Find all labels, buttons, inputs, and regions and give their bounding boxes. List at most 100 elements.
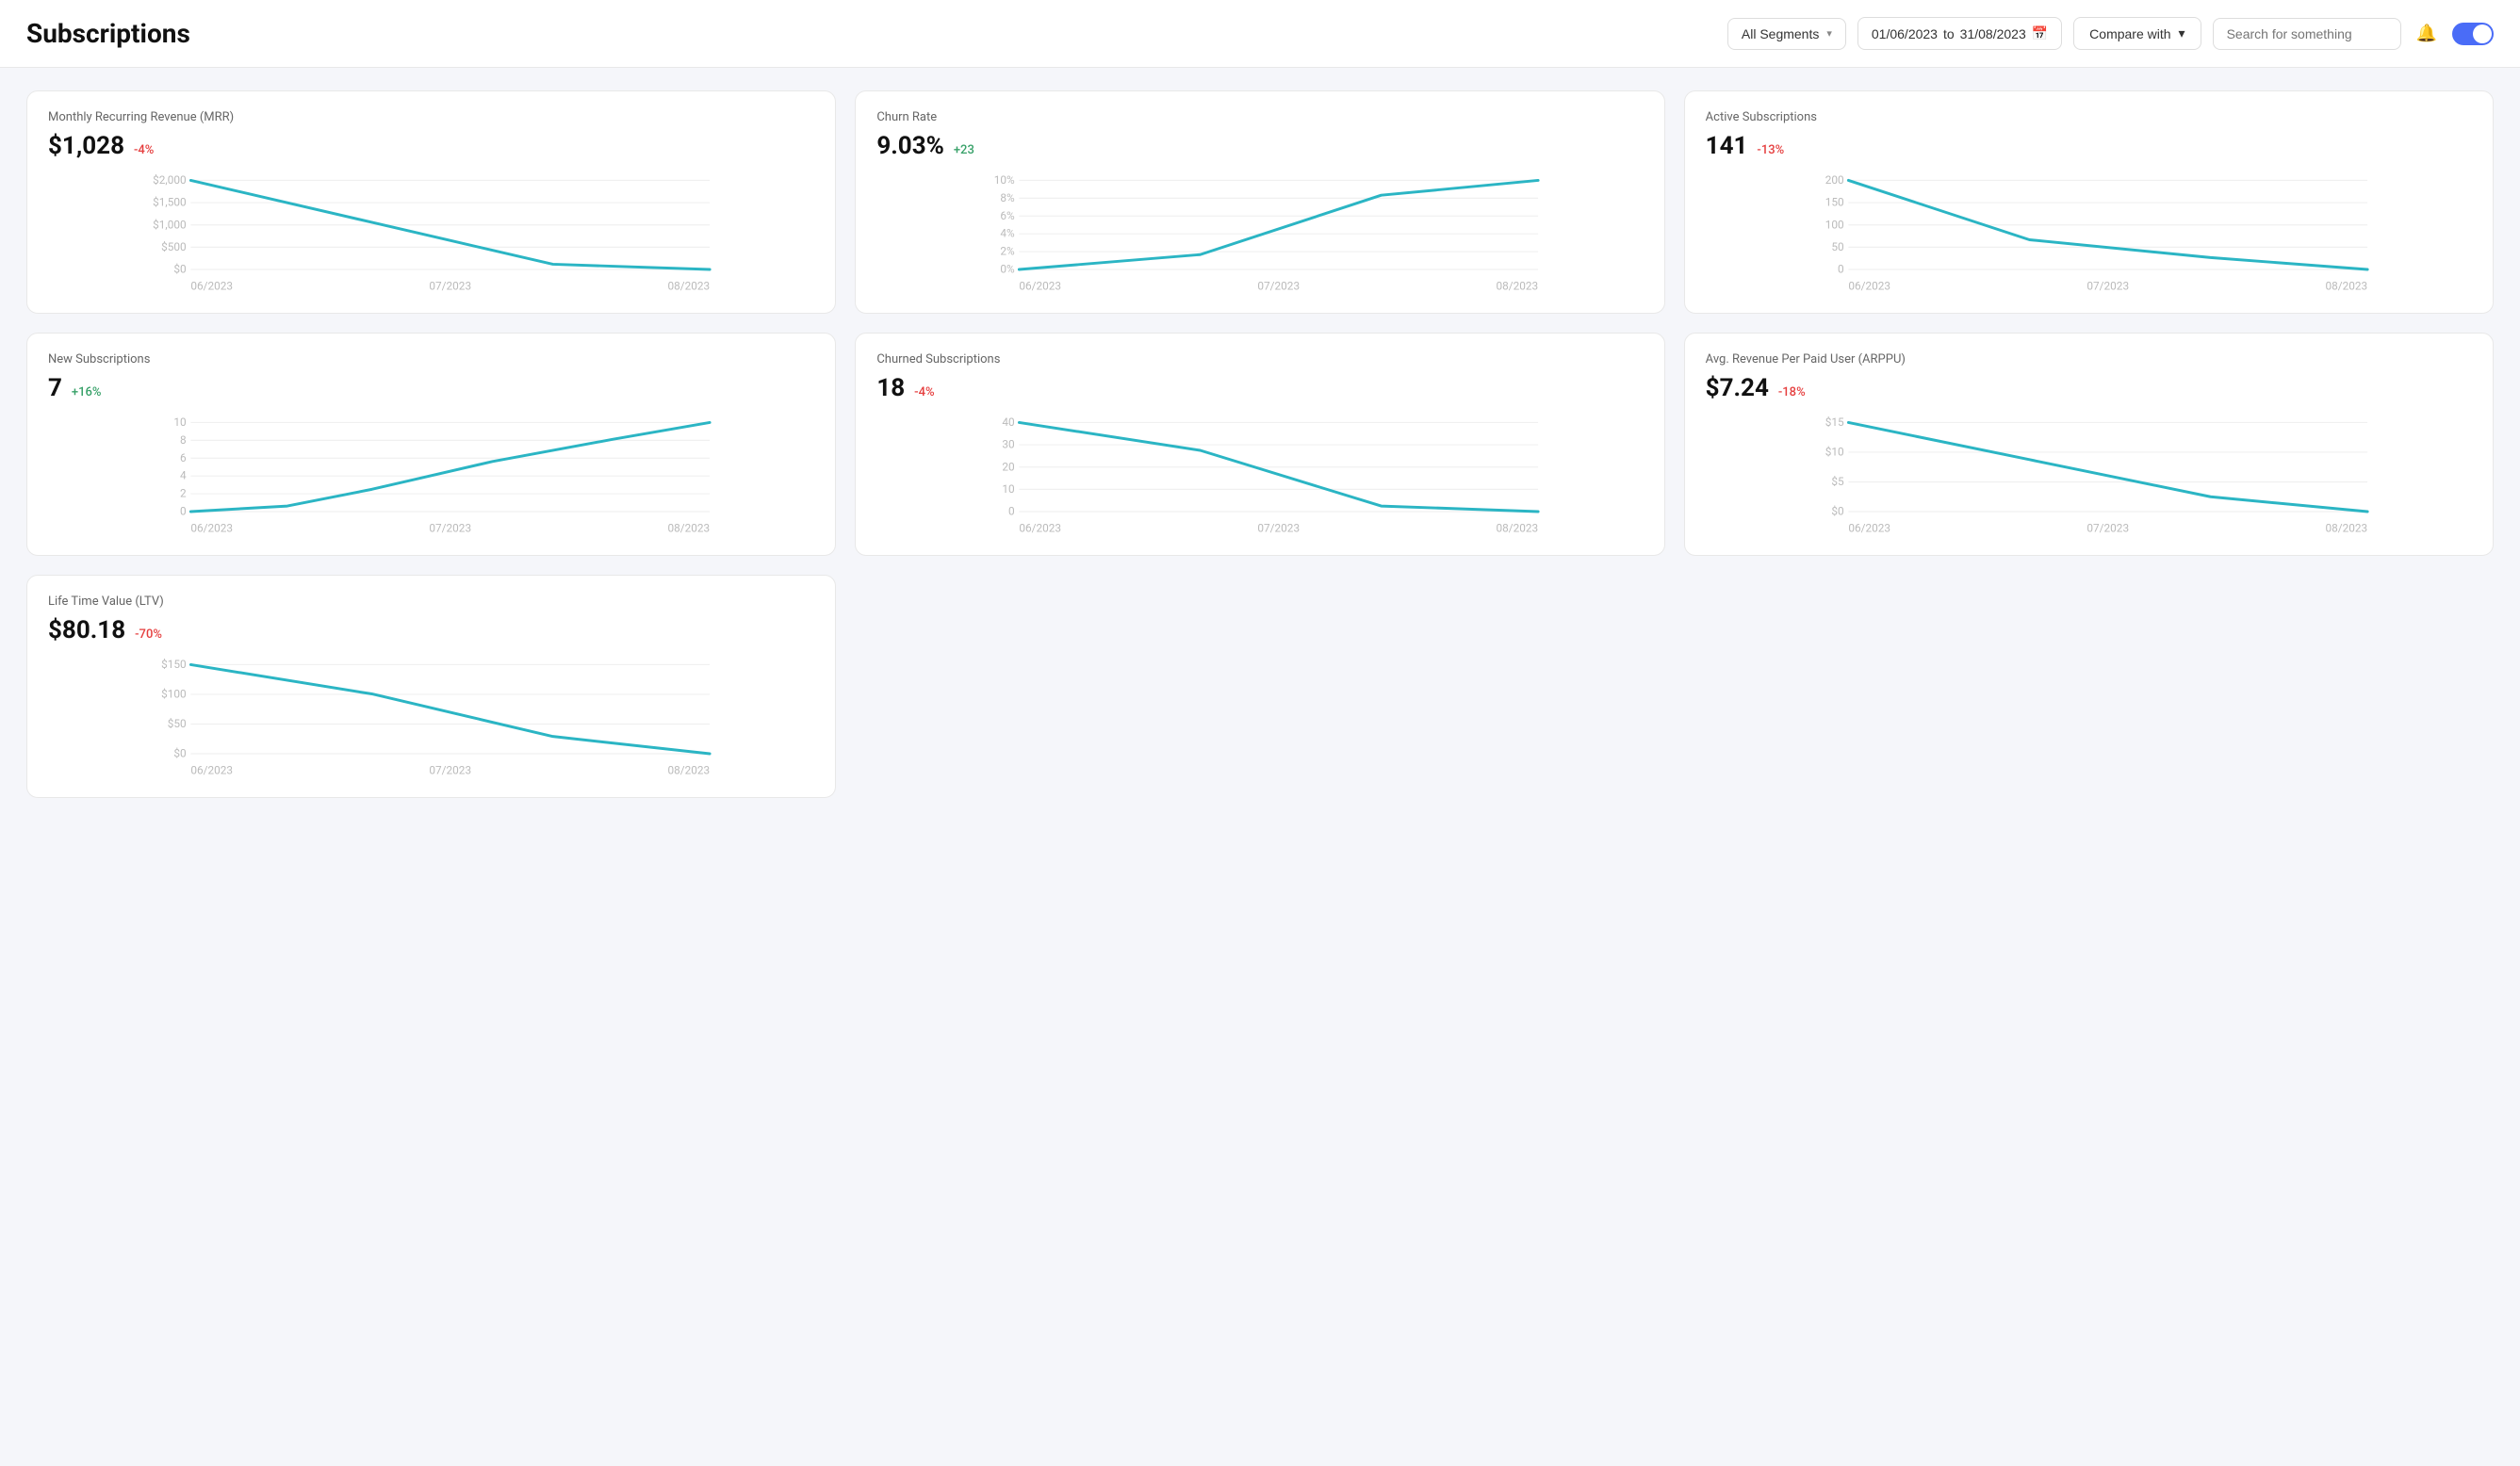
svg-text:0%: 0% — [1001, 263, 1016, 276]
svg-text:08/2023: 08/2023 — [2325, 279, 2367, 292]
svg-text:10: 10 — [173, 415, 186, 429]
date-to: 31/08/2023 — [1960, 26, 2026, 41]
card-mrr: Monthly Recurring Revenue (MRR) $1,028 -… — [26, 90, 836, 314]
svg-text:$10: $10 — [1825, 446, 1843, 459]
card-badge-active_subs: -13% — [1757, 143, 1784, 157]
card-title-churn: Churn Rate — [876, 110, 1643, 124]
chart-area-new_subs: 1086420 06/202307/202308/2023 — [48, 414, 814, 536]
svg-text:08/2023: 08/2023 — [667, 521, 710, 534]
svg-text:$0: $0 — [173, 263, 186, 276]
svg-text:8%: 8% — [1001, 191, 1016, 204]
card-badge-arppu: -18% — [1778, 385, 1806, 399]
chart-area-ltv: $150$100$50$0 06/202307/202308/2023 — [48, 656, 814, 778]
card-badge-new_subs: +16% — [72, 385, 102, 399]
card-value-row-active_subs: 141 -13% — [1706, 132, 2472, 160]
bottom-cards-grid: Life Time Value (LTV) $80.18 -70% $150 $1… — [26, 575, 2494, 798]
chart-svg: $2,000$1,500$1,000$500$0 06/202307/20230… — [48, 171, 814, 294]
card-value-active_subs: 141 — [1706, 132, 1748, 160]
chart-area-churn: 10%8%6%4%2%0% 06/202307/202308/2023 — [876, 171, 1643, 294]
svg-text:06/2023: 06/2023 — [190, 279, 233, 292]
svg-text:08/2023: 08/2023 — [1497, 279, 1539, 292]
svg-text:$5: $5 — [1831, 475, 1844, 488]
svg-text:0: 0 — [1838, 263, 1844, 276]
card-new_subs: New Subscriptions 7 +16% 1086420 06/2023… — [26, 333, 836, 556]
card-arppu: Avg. Revenue Per Paid User (ARPPU) $7.24… — [1684, 333, 2494, 556]
svg-text:$150: $150 — [161, 658, 187, 671]
svg-text:$50: $50 — [168, 717, 187, 730]
search-input[interactable] — [2213, 18, 2401, 50]
svg-text:10: 10 — [1003, 482, 1015, 496]
svg-text:08/2023: 08/2023 — [1497, 521, 1539, 534]
svg-text:150: 150 — [1825, 196, 1843, 209]
mid-cards-grid: New Subscriptions 7 +16% 1086420 06/2023… — [26, 333, 2494, 556]
compare-label: Compare with — [2089, 26, 2170, 41]
card-title-churned_subs: Churned Subscriptions — [876, 352, 1643, 366]
card-badge-ltv: -70% — [135, 627, 162, 642]
svg-text:$500: $500 — [161, 240, 187, 253]
card-title-active_subs: Active Subscriptions — [1706, 110, 2472, 124]
card-title-ltv: Life Time Value (LTV) — [48, 595, 814, 609]
main-content: Monthly Recurring Revenue (MRR) $1,028 -… — [0, 68, 2520, 821]
card-value-row-ltv: $80.18 -70% — [48, 616, 814, 644]
svg-text:$0: $0 — [173, 747, 186, 760]
svg-text:06/2023: 06/2023 — [1848, 521, 1890, 534]
chart-area-churned_subs: 403020100 06/202307/202308/2023 — [876, 414, 1643, 536]
bell-icon[interactable]: 🔔 — [2413, 20, 2441, 47]
card-badge-churned_subs: -4% — [914, 385, 934, 399]
chart-svg: $150$100$50$0 06/202307/202308/2023 — [48, 656, 814, 778]
theme-toggle[interactable] — [2452, 23, 2494, 45]
svg-text:07/2023: 07/2023 — [1258, 279, 1301, 292]
date-from: 01/06/2023 — [1872, 26, 1938, 41]
card-churned_subs: Churned Subscriptions 18 -4% 40 30 20 10 0 0… — [855, 333, 1664, 556]
svg-text:40: 40 — [1003, 415, 1015, 429]
card-value-churn: 9.03% — [876, 132, 944, 160]
header-controls: All Segments ▾ 01/06/2023 to 31/08/2023 … — [1727, 17, 2494, 50]
svg-text:06/2023: 06/2023 — [190, 521, 233, 534]
svg-text:6%: 6% — [1001, 209, 1016, 222]
card-value-row-arppu: $7.24 -18% — [1706, 374, 2472, 402]
card-value-new_subs: 7 — [48, 374, 62, 402]
svg-text:10%: 10% — [994, 173, 1015, 187]
svg-text:30: 30 — [1003, 438, 1015, 451]
toggle-knob — [2473, 24, 2492, 43]
svg-text:4: 4 — [180, 469, 187, 482]
svg-text:20: 20 — [1003, 460, 1015, 473]
svg-text:06/2023: 06/2023 — [1848, 279, 1890, 292]
card-ltv: Life Time Value (LTV) $80.18 -70% $150 $1… — [26, 575, 836, 798]
chart-svg: 200150100500 06/202307/202308/2023 — [1706, 171, 2472, 294]
svg-text:50: 50 — [1831, 240, 1843, 253]
toggle-wrap — [2452, 23, 2494, 45]
header: Subscriptions All Segments ▾ 01/06/2023 … — [0, 0, 2520, 68]
svg-text:2: 2 — [180, 487, 187, 500]
chart-area-mrr: $2,000$1,500$1,000$500$0 06/202307/20230… — [48, 171, 814, 294]
card-value-row-new_subs: 7 +16% — [48, 374, 814, 402]
compare-dropdown[interactable]: Compare with ▾ — [2073, 17, 2201, 50]
card-title-mrr: Monthly Recurring Revenue (MRR) — [48, 110, 814, 124]
card-badge-mrr: -4% — [134, 143, 154, 157]
svg-text:06/2023: 06/2023 — [1020, 279, 1062, 292]
svg-text:$100: $100 — [161, 688, 187, 701]
card-value-row-mrr: $1,028 -4% — [48, 132, 814, 160]
date-range-picker[interactable]: 01/06/2023 to 31/08/2023 📅 — [1857, 17, 2062, 50]
card-value-churned_subs: 18 — [876, 374, 905, 402]
svg-text:4%: 4% — [1001, 227, 1016, 240]
svg-text:07/2023: 07/2023 — [2086, 279, 2129, 292]
svg-text:$2,000: $2,000 — [153, 173, 186, 187]
segment-dropdown[interactable]: All Segments ▾ — [1727, 18, 1846, 50]
svg-text:07/2023: 07/2023 — [2086, 521, 2129, 534]
card-title-new_subs: New Subscriptions — [48, 352, 814, 366]
svg-text:0: 0 — [1008, 505, 1015, 518]
svg-text:$15: $15 — [1825, 415, 1843, 429]
card-churn: Churn Rate 9.03% +23 10%8%6%4%2%0% 06/20… — [855, 90, 1664, 314]
svg-text:08/2023: 08/2023 — [2325, 521, 2367, 534]
svg-text:8: 8 — [180, 433, 187, 447]
svg-text:07/2023: 07/2023 — [429, 521, 471, 534]
segment-label: All Segments — [1742, 26, 1819, 41]
chart-svg: 1086420 06/202307/202308/2023 — [48, 414, 814, 536]
chart-svg: 403020100 06/202307/202308/2023 — [876, 414, 1643, 536]
svg-text:$1,000: $1,000 — [153, 218, 186, 231]
svg-text:07/2023: 07/2023 — [429, 763, 471, 776]
svg-text:0: 0 — [180, 505, 187, 518]
svg-text:$1,500: $1,500 — [153, 196, 186, 209]
chart-area-active_subs: 200150100500 06/202307/202308/2023 — [1706, 171, 2472, 294]
